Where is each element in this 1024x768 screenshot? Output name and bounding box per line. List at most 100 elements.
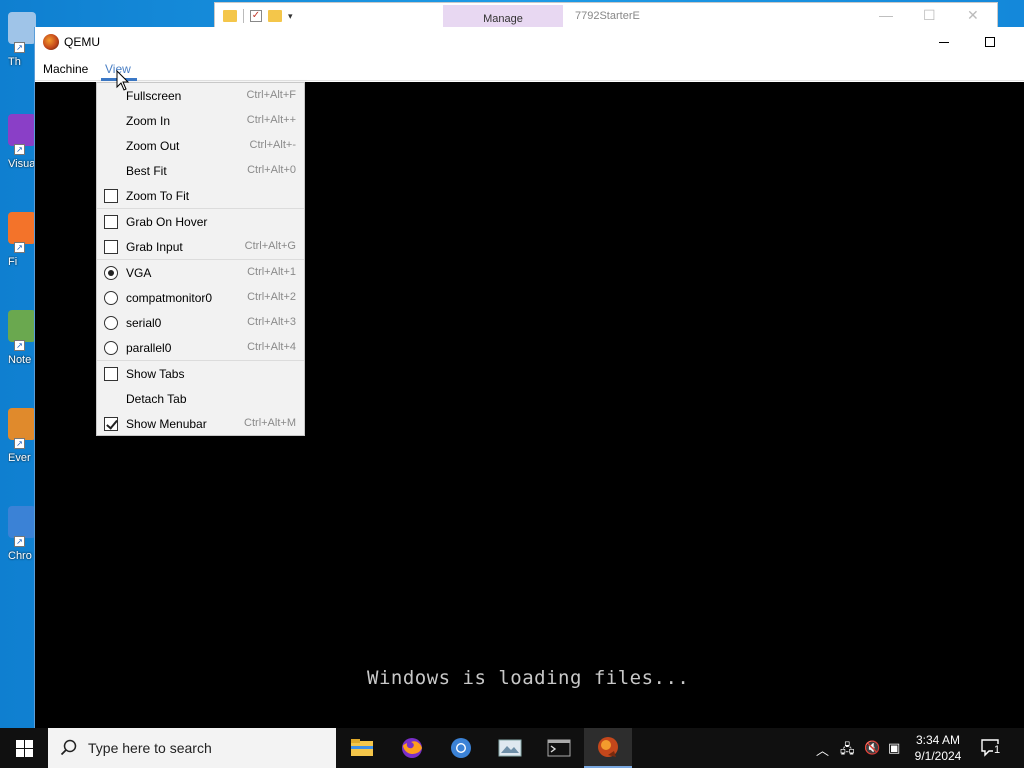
menu-item-zoom-in[interactable]: Zoom In Ctrl+Alt++	[97, 108, 304, 133]
menu-item-label: Detach Tab	[126, 392, 187, 406]
taskbar-app-chrome[interactable]	[437, 728, 485, 768]
chevron-down-icon[interactable]: ▾	[288, 11, 293, 22]
desktop-shortcut[interactable]: ↗ Note	[0, 310, 36, 390]
desktop-shortcut[interactable]: ↗ Ever	[0, 408, 36, 488]
taskbar-app-firefox[interactable]	[388, 728, 436, 768]
menu-item-serial0[interactable]: serial0 Ctrl+Alt+3	[97, 310, 304, 335]
volume-muted-icon[interactable]: 🔇	[864, 740, 880, 756]
menu-item-vga[interactable]: VGA Ctrl+Alt+1	[97, 260, 304, 285]
shortcut-arrow-icon: ↗	[14, 42, 25, 53]
menu-item-detach-tab[interactable]: Detach Tab	[97, 386, 304, 411]
shortcut-app-icon	[8, 212, 36, 244]
taskbar-app-file-explorer[interactable]	[338, 728, 386, 768]
folder-icon[interactable]	[223, 10, 237, 22]
clock-time: 3:34 AM	[915, 733, 961, 747]
minimize-icon[interactable]: —	[879, 7, 893, 23]
checkbox[interactable]	[104, 240, 118, 254]
menu-item-shortcut: Ctrl+Alt++	[246, 114, 296, 126]
menu-item-shortcut: Ctrl+Alt+M	[244, 417, 296, 429]
search-icon	[60, 739, 77, 756]
menu-item-label: VGA	[126, 266, 152, 280]
menu-item-label: parallel0	[126, 341, 172, 355]
radio-button[interactable]	[104, 291, 118, 305]
checkbox[interactable]	[104, 417, 118, 431]
menu-item-zoom-to-fit[interactable]: Zoom To Fit	[97, 183, 304, 208]
menu-item-label: Fullscreen	[126, 89, 182, 103]
menu-item-grab-input[interactable]: Grab Input Ctrl+Alt+G	[97, 234, 304, 259]
shortcut-arrow-icon: ↗	[14, 536, 25, 547]
menu-item-parallel0[interactable]: parallel0 Ctrl+Alt+4	[97, 335, 304, 360]
notification-count: 1	[993, 744, 1002, 756]
ribbon-tab-manage[interactable]: Manage	[443, 5, 563, 29]
menu-item-shortcut: Ctrl+Alt+1	[247, 266, 296, 278]
desktop-shortcut[interactable]: ↗ Chro	[0, 506, 36, 586]
title-bar[interactable]: QEMU	[35, 27, 1024, 57]
taskbar-search-box[interactable]: Type here to search	[48, 728, 336, 768]
image-viewer-icon	[498, 739, 522, 757]
menu-item-shortcut: Ctrl+Alt+2	[247, 291, 296, 303]
checkbox[interactable]	[104, 367, 118, 381]
shortcut-arrow-icon: ↗	[14, 144, 25, 155]
close-icon[interactable]: ✕	[967, 7, 979, 24]
properties-icon[interactable]: ✓	[250, 10, 262, 22]
chrome-icon	[451, 738, 471, 758]
chevron-up-icon[interactable]: ︿	[816, 740, 829, 759]
shortcut-arrow-icon: ↗	[14, 242, 25, 253]
minimize-button[interactable]	[921, 27, 967, 57]
menu-item-best-fit[interactable]: Best Fit Ctrl+Alt+0	[97, 158, 304, 183]
network-icon[interactable]: 🖧	[840, 740, 855, 762]
desktop-shortcut[interactable]: ↗ Visua 2	[0, 114, 45, 194]
shortcut-arrow-icon: ↗	[14, 438, 25, 449]
desktop-shortcut[interactable]: ↗ Th	[0, 12, 36, 92]
firefox-icon	[402, 738, 422, 758]
notification-center-button[interactable]: 1	[980, 738, 1002, 758]
maximize-icon[interactable]: ☐	[923, 7, 936, 24]
menu-item-shortcut: Ctrl+Alt+0	[247, 164, 296, 176]
background-explorer-window[interactable]: ✓ ▾ Manage 7792StarterE — ☐ ✕	[214, 2, 998, 30]
taskbar-app-qemu[interactable]	[584, 728, 632, 768]
taskbar: Type here to search ︿ 🖧 🔇 ▣ 3:34 AM 9/1/…	[0, 728, 1024, 768]
terminal-icon	[547, 739, 571, 757]
menubar: Machine View	[35, 57, 1024, 81]
radio-button[interactable]	[104, 316, 118, 330]
checkbox[interactable]	[104, 189, 118, 203]
radio-button[interactable]	[104, 266, 118, 280]
clock-date: 9/1/2024	[914, 749, 962, 763]
menu-item-label: compatmonitor0	[126, 291, 213, 305]
new-folder-icon[interactable]	[268, 10, 282, 22]
system-clock[interactable]: 3:34 AM 9/1/2024	[910, 732, 966, 764]
minimize-icon	[939, 41, 949, 43]
menu-item-show-menubar[interactable]: Show Menubar Ctrl+Alt+M	[97, 411, 304, 436]
menu-item-label: Grab Input	[126, 240, 183, 254]
menu-item-show-tabs[interactable]: Show Tabs	[97, 361, 304, 386]
qemu-icon	[598, 737, 618, 757]
shortcut-app-icon	[8, 12, 36, 44]
menu-item-label: Zoom In	[126, 114, 171, 128]
desktop-shortcut[interactable]: ↗ Fi	[0, 212, 36, 292]
taskbar-app-image-viewer[interactable]	[486, 728, 534, 768]
checkbox[interactable]	[104, 215, 118, 229]
menu-item-zoom-out[interactable]: Zoom Out Ctrl+Alt+-	[97, 133, 304, 158]
menu-item-shortcut: Ctrl+Alt+F	[246, 89, 296, 101]
window-title: QEMU	[64, 35, 100, 49]
menu-item-compatmonitor0[interactable]: compatmonitor0 Ctrl+Alt+2	[97, 285, 304, 310]
display-icon[interactable]: ▣	[888, 740, 900, 756]
shortcut-app-icon	[8, 506, 36, 538]
search-placeholder: Type here to search	[88, 740, 212, 756]
taskbar-app-terminal[interactable]	[535, 728, 583, 768]
menu-item-label: Zoom To Fit	[126, 189, 190, 203]
radio-button[interactable]	[104, 341, 118, 355]
menu-item-grab-on-hover[interactable]: Grab On Hover	[97, 209, 304, 234]
menu-machine[interactable]: Machine	[43, 62, 88, 76]
shortcut-arrow-icon: ↗	[14, 340, 25, 351]
menu-item-shortcut: Ctrl+Alt+4	[247, 341, 296, 353]
menu-item-shortcut: Ctrl+Alt+-	[249, 139, 296, 151]
start-button[interactable]	[0, 728, 48, 768]
maximize-icon	[985, 37, 995, 47]
menu-item-label: Zoom Out	[126, 139, 180, 153]
maximize-button[interactable]	[967, 27, 1013, 57]
windows-logo-icon	[15, 739, 33, 757]
file-explorer-icon	[351, 739, 373, 756]
mouse-cursor-icon	[116, 70, 130, 91]
menu-item-label: Grab On Hover	[126, 215, 208, 229]
